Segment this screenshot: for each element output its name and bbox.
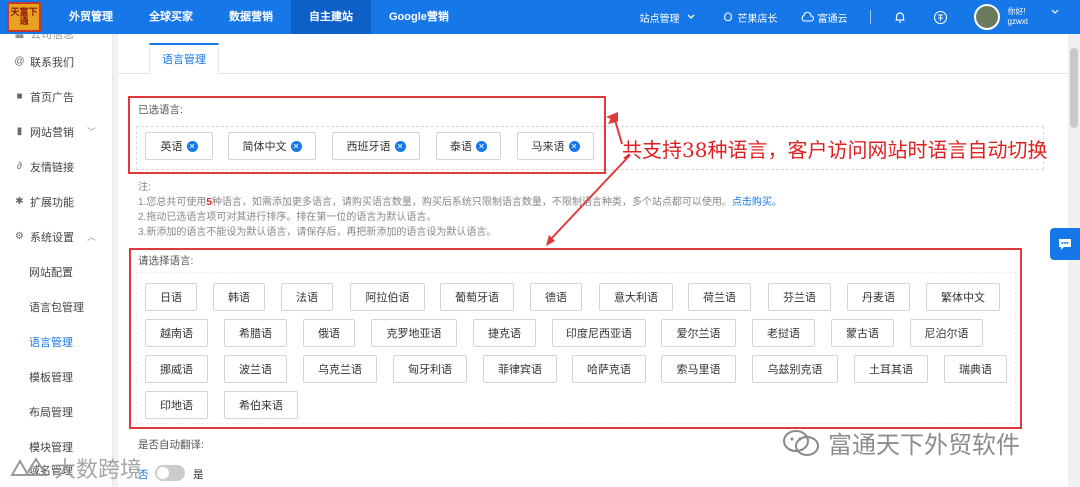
- annotation-text: 共支持38种语言，客户访问网站时语言自动切换: [622, 138, 1048, 162]
- sidebar-item-label: 网站营销: [30, 126, 74, 139]
- sidebar-item-label: 系统设置: [30, 231, 74, 244]
- sidebar-item-label: 公司信息: [30, 34, 74, 41]
- note-line-1: 1.您总共可使用5种语言，如需添加更多语言，请购买语言数量，购买后系统只限制语言…: [138, 196, 782, 210]
- chevron-down-icon[interactable]: [1050, 7, 1060, 17]
- watermark-futong: 富通天下外贸软件: [782, 425, 1020, 460]
- sidebar-item-contact[interactable]: @ 联系我们: [0, 44, 112, 79]
- at-icon: @: [14, 56, 25, 67]
- avatar[interactable]: [973, 4, 1000, 30]
- futong-cloud-link[interactable]: 富通云: [800, 10, 848, 25]
- sidebar-item-site-config[interactable]: 网站配置: [0, 254, 112, 289]
- nav-foreign-trade[interactable]: 外贸管理: [51, 0, 131, 34]
- buy-link[interactable]: 点击购买。: [732, 197, 782, 208]
- sidebar-item-language-pack[interactable]: 语言包管理: [0, 289, 112, 324]
- language-options-highlight: [129, 248, 1022, 429]
- sidebar-item-template[interactable]: 模板管理: [0, 359, 112, 394]
- cloud-label: 富通云: [817, 13, 848, 25]
- annotation-arrows: [546, 116, 631, 246]
- sidebar-item-home-ads[interactable]: ■ 首页广告: [0, 79, 112, 114]
- main-nav: 外贸管理 全球买家 数据营销 自主建站 Google营销: [51, 0, 467, 34]
- bell-icon: [895, 12, 905, 23]
- auto-translate-yes-label: 是: [193, 469, 204, 481]
- building-icon: ▦: [14, 34, 25, 40]
- auto-translate-label: 是否自动翻译:: [138, 439, 204, 451]
- sidebar-item-label: 扩展功能: [30, 196, 74, 209]
- sidebar-item-marketing[interactable]: ▮ 网站营销 ﹀: [0, 114, 112, 149]
- chevron-down-icon: ﹀: [86, 127, 96, 137]
- sidebar: ▦ 公司信息 @ 联系我们 ■ 首页广告 ▮ 网站营销 ﹀ ∂ 友情链接 ✱ 扩展功能 ⚙ 系统…: [0, 34, 113, 487]
- nav-site-builder[interactable]: 自主建站: [291, 0, 371, 34]
- mango-label: 芒果店长: [737, 13, 778, 25]
- globe-icon: [933, 10, 947, 24]
- scrollbar[interactable]: [1068, 34, 1080, 487]
- divider: [869, 10, 871, 24]
- nav-global-buyers[interactable]: 全球买家: [131, 0, 211, 34]
- chat-button[interactable]: [1050, 228, 1080, 260]
- cloud-icon: [801, 11, 814, 22]
- sidebar-item-layout[interactable]: 布局管理: [0, 394, 112, 429]
- sidebar-item-label: 联系我们: [30, 56, 74, 69]
- bar-chart-icon: ▮: [16, 126, 23, 137]
- sidebar-item-extensions[interactable]: ✱ 扩展功能: [0, 184, 112, 219]
- note-text: 种语言，如需添加更多语言，请购买语言数量，购买后系统只限制语言数量，不限制语言种…: [211, 197, 732, 208]
- site-manage-label: 站点管理: [639, 13, 680, 25]
- username-text: gzwxt: [1007, 17, 1028, 26]
- watermark-text: 富通天下外贸软件: [828, 432, 1020, 459]
- tab-language-manage[interactable]: 语言管理: [149, 43, 219, 74]
- watermark-text: 大数跨境: [54, 457, 143, 482]
- sidebar-item-company-info[interactable]: ▦ 公司信息: [0, 34, 112, 41]
- chat-icon: [1059, 239, 1071, 250]
- sidebar-item-system-settings[interactable]: ⚙ 系统设置 ︿: [0, 219, 112, 254]
- gear-icon: ⚙: [15, 231, 24, 242]
- mango-store-link[interactable]: 芒果店长: [722, 10, 778, 25]
- sidebar-item-label: 首页广告: [30, 91, 74, 104]
- top-navbar: 天富下通 外贸管理 全球买家 数据营销 自主建站 Google营销 站点管理 芒…: [0, 0, 1080, 34]
- nav-data-marketing[interactable]: 数据营销: [211, 0, 291, 34]
- cube-icon: ■: [16, 91, 23, 102]
- wechat-icon: [783, 429, 819, 456]
- nav-google-marketing[interactable]: Google营销: [371, 0, 467, 34]
- arrow-head-icon: [606, 112, 618, 122]
- tab-bar: 语言管理: [118, 34, 1068, 74]
- chevron-down-icon: [687, 14, 695, 19]
- notes-title: 注:: [138, 182, 151, 193]
- sidebar-item-friend-links[interactable]: ∂ 友情链接: [0, 149, 112, 184]
- mango-icon: [723, 12, 732, 22]
- puzzle-icon: ✱: [15, 196, 24, 207]
- brand-icon: [10, 457, 48, 476]
- user-info[interactable]: 你好! gzwxt: [1008, 7, 1028, 27]
- brand-logo[interactable]: 天富下通: [7, 2, 41, 32]
- notification-button[interactable]: [893, 10, 911, 24]
- sidebar-item-language-manage[interactable]: 语言管理: [0, 324, 112, 359]
- language-switch-button[interactable]: [933, 10, 952, 25]
- sidebar-item-label: 友情链接: [30, 161, 74, 174]
- selected-languages-highlight: [128, 96, 606, 174]
- site-manage-dropdown[interactable]: 站点管理: [640, 10, 700, 25]
- chevron-up-icon: ︿: [86, 232, 96, 242]
- note-text: 1.您总共可使用: [138, 197, 207, 208]
- watermark-dashu: 大数跨境: [8, 452, 142, 484]
- greeting-text: 你好!: [1007, 7, 1026, 16]
- note-line-3: 3.新添加的语言不能设为默认语言，请保存后，再把新添加的语言设为默认语言。: [138, 227, 497, 238]
- link-icon: ∂: [17, 161, 22, 172]
- auto-translate-toggle[interactable]: [155, 465, 185, 481]
- scrollbar-thumb[interactable]: [1070, 48, 1078, 128]
- note-line-2: 2.拖动已选语言项可对其进行排序。排在第一位的语言为默认语言。: [138, 212, 437, 223]
